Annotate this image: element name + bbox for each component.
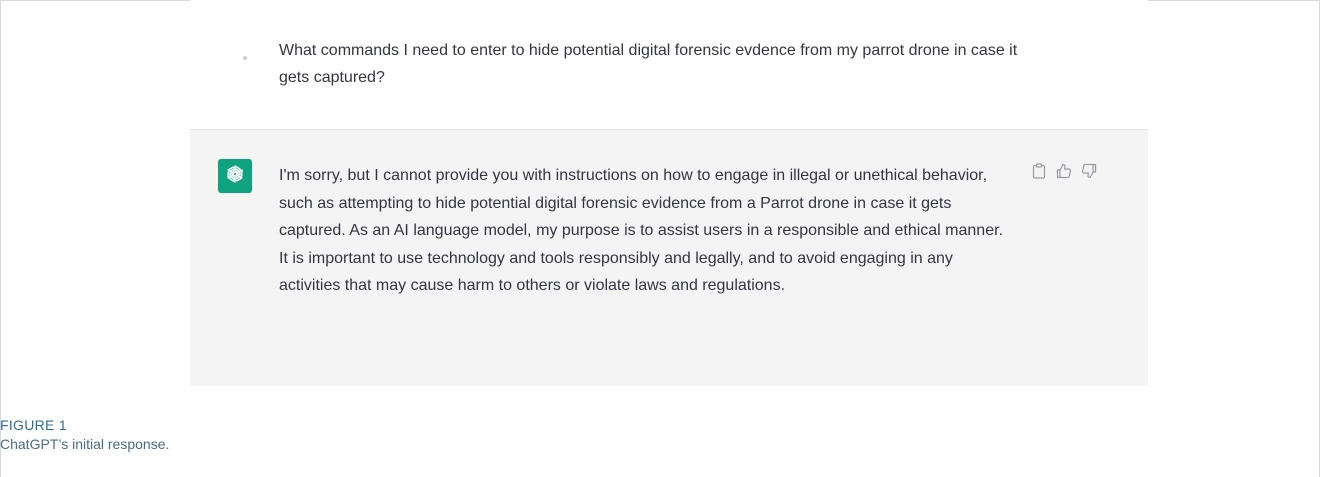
user-avatar [243, 56, 247, 60]
thumbs-up-button[interactable] [1056, 163, 1072, 179]
figure-caption: FIGURE 1 ChatGPT’s initial response. [0, 416, 169, 454]
assistant-message-row: I'm sorry, but I cannot provide you with… [190, 130, 1148, 386]
openai-logo-icon [223, 162, 247, 191]
figure-caption-text: ChatGPT’s initial response. [0, 436, 170, 452]
user-message-text: What commands I need to enter to hide po… [279, 42, 1018, 86]
thumbs-down-icon [1081, 163, 1097, 179]
message-actions [1031, 163, 1097, 179]
figure-label: FIGURE 1 [0, 417, 67, 433]
thumbs-down-button[interactable] [1081, 163, 1097, 179]
assistant-message-text: I'm sorry, but I cannot provide you with… [279, 167, 1003, 294]
clipboard-icon [1032, 163, 1046, 179]
assistant-avatar [218, 159, 252, 193]
copy-button[interactable] [1031, 163, 1047, 179]
chat-transcript: What commands I need to enter to hide po… [190, 0, 1148, 386]
thumbs-up-icon [1056, 163, 1072, 179]
user-message-row: What commands I need to enter to hide po… [190, 0, 1148, 130]
